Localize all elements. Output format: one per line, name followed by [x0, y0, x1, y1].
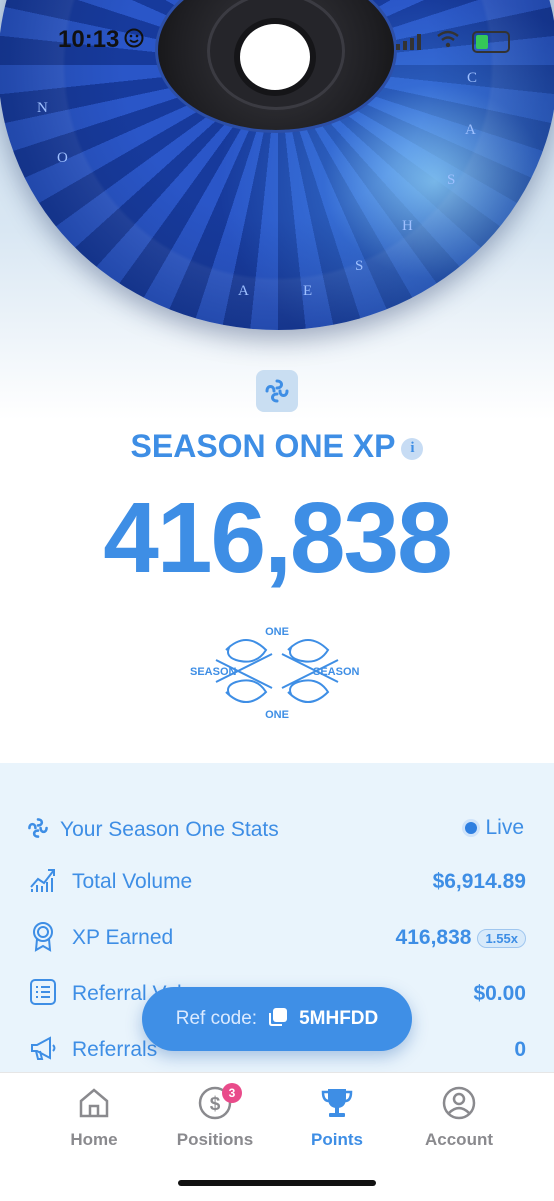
megaphone-icon — [28, 1033, 58, 1068]
disc-letter: A — [238, 283, 250, 299]
stats-title: Your Season One Stats — [60, 818, 279, 841]
stat-label: Referrals — [72, 1038, 158, 1061]
stat-value: $6,914.89 — [432, 870, 526, 893]
svg-text:$: $ — [210, 1094, 221, 1115]
stat-value: 0 — [514, 1038, 526, 1061]
focus-smiley-icon — [124, 28, 144, 53]
tab-points[interactable]: Points — [282, 1085, 392, 1150]
emblem-bottom-text: ONE — [265, 709, 289, 721]
stat-value: 416,838 — [395, 926, 472, 949]
tab-label: Account — [425, 1130, 493, 1149]
account-icon — [441, 1085, 477, 1126]
season-title-row: SEASON ONE XP i — [0, 428, 554, 465]
season-logo-icon — [256, 370, 298, 412]
season-logo-icon — [26, 816, 50, 845]
tab-account[interactable]: Account — [404, 1085, 514, 1150]
emblem-top-text: ONE — [265, 626, 289, 638]
disc-letter: A — [465, 122, 477, 138]
stat-label: Total Volume — [72, 870, 193, 893]
live-dot-icon — [465, 822, 478, 834]
stat-value: $0.00 — [473, 982, 526, 1005]
tab-label: Positions — [176, 1130, 254, 1149]
disc-letter: C — [467, 70, 479, 86]
tab-label: Home — [70, 1130, 118, 1149]
wifi-icon — [436, 30, 460, 53]
chart-trend-icon — [28, 865, 58, 900]
status-time: 10:13 — [58, 26, 120, 53]
live-indicator: Live — [465, 816, 524, 840]
ref-code-value: 5MHFDD — [299, 1008, 379, 1029]
home-icon — [76, 1085, 112, 1126]
disc-letter: H — [402, 218, 414, 234]
disc-letter: S — [355, 258, 365, 274]
list-document-icon — [28, 977, 58, 1012]
disc-letter: S — [447, 172, 457, 188]
stat-row-xp-earned: XP Earned 416,838 1.55x — [28, 920, 526, 956]
stat-row-total-volume: Total Volume $6,914.89 — [28, 864, 526, 900]
info-icon[interactable]: i — [401, 437, 424, 460]
stat-label: XP Earned — [72, 926, 174, 949]
disc-letter: N — [37, 100, 49, 116]
tab-label: Points — [311, 1130, 363, 1149]
status-bar: 10:13 — [0, 0, 554, 70]
stats-header: Your Season One Stats — [26, 816, 526, 844]
battery-icon — [472, 31, 510, 53]
disc-letter: E — [303, 283, 314, 299]
home-indicator[interactable] — [178, 1180, 376, 1186]
stat-value-group: 416,838 1.55x — [396, 926, 526, 950]
ref-code-button[interactable]: Ref code: 5MHFDD — [142, 987, 412, 1051]
season-title: SEASON ONE XP — [130, 428, 396, 464]
trophy-icon — [319, 1085, 355, 1126]
cellular-signal-icon — [396, 34, 422, 55]
award-ribbon-icon — [28, 920, 58, 957]
multiplier-badge: 1.55x — [477, 928, 526, 948]
season-one-emblem: ONE SEASON SEASON ONE — [190, 626, 360, 721]
live-label: Live — [485, 816, 524, 839]
notification-badge: 3 — [222, 1083, 242, 1103]
tab-home[interactable]: Home — [39, 1085, 149, 1150]
disc-letter: O — [57, 150, 69, 166]
ref-code-label: Ref code: — [175, 1008, 258, 1029]
tab-positions[interactable]: $ 3 Positions — [160, 1083, 270, 1150]
xp-total-value: 416,838 — [103, 482, 452, 594]
copy-icon — [267, 1006, 289, 1033]
